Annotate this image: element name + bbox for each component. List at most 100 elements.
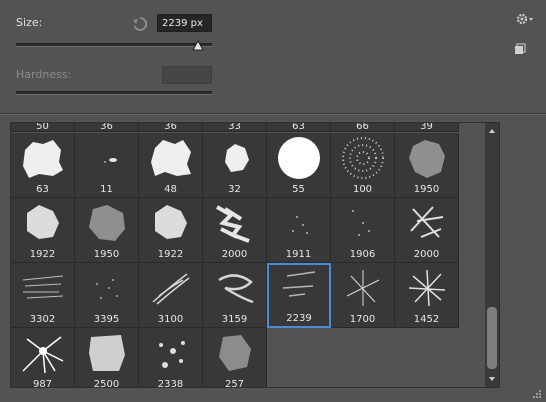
- brush-preset[interactable]: 257: [203, 328, 267, 387]
- brush-preset[interactable]: 3100: [139, 263, 203, 328]
- size-input[interactable]: 2239 px: [157, 14, 212, 32]
- brush-tip-icon: [342, 137, 384, 179]
- gear-icon[interactable]: [515, 12, 535, 26]
- brush-tip-icon: [216, 205, 250, 243]
- brush-size: 2000: [221, 249, 248, 260]
- brush-preset[interactable]: 1950: [75, 198, 139, 263]
- reset-icon[interactable]: [132, 16, 148, 32]
- brush-row: 987 2500 2338 257: [11, 328, 491, 388]
- brush-tip-icon: [152, 273, 190, 305]
- hardness-label: Hardness:: [16, 68, 72, 81]
- brush-size: 50: [36, 122, 49, 132]
- brush-size: 36: [100, 122, 113, 132]
- brush-preset-grid[interactable]: 50 36 36 33 63 66 39 63 11 48 32 55 100: [10, 122, 500, 388]
- brush-preset[interactable]: 1906: [331, 198, 395, 263]
- brush-size: 1452: [413, 314, 440, 325]
- brush-row: 1922 1950 1922 2000 1911 1906 2000: [11, 198, 491, 263]
- brush-preset[interactable]: 39: [395, 122, 459, 132]
- scroll-up-icon[interactable]: [489, 129, 495, 133]
- brush-preset[interactable]: 1922: [139, 198, 203, 263]
- brush-row-partial: 50 36 36 33 63 66 39: [11, 122, 491, 132]
- brush-size: 3100: [157, 314, 184, 325]
- brush-preset[interactable]: 36: [75, 122, 139, 132]
- brush-size: 1950: [93, 249, 120, 260]
- brush-size: 1950: [413, 184, 440, 195]
- brush-size: 2239: [286, 313, 312, 324]
- brush-tip-icon: [22, 275, 64, 299]
- brush-tip-icon: [219, 335, 251, 371]
- brush-size: 987: [32, 379, 53, 388]
- brush-size: 36: [164, 122, 177, 132]
- brush-tip-icon: [218, 274, 254, 304]
- brush-settings-panel: Size: 2239 px Hardness:: [0, 0, 546, 113]
- brush-size: 39: [420, 122, 433, 132]
- brush-preset[interactable]: 3159: [203, 263, 267, 328]
- brush-preset[interactable]: 36: [139, 122, 203, 132]
- brush-size: 2000: [413, 249, 440, 260]
- brush-preset[interactable]: 32: [203, 133, 267, 198]
- brush-preset[interactable]: 1950: [395, 133, 459, 198]
- brush-preset[interactable]: 63: [11, 133, 75, 198]
- brush-size: 66: [356, 122, 369, 132]
- brush-size: 48: [164, 184, 177, 195]
- scroll-thumb[interactable]: [487, 307, 497, 369]
- brush-tip-icon: [352, 210, 370, 236]
- brush-tip-icon: [96, 279, 118, 299]
- brush-preset[interactable]: 1452: [395, 263, 459, 328]
- brush-size: 3159: [221, 314, 248, 325]
- brush-preset[interactable]: 55: [267, 133, 331, 198]
- brush-tip-icon: [155, 205, 187, 239]
- brush-row: 63 11 48 32 55 100 1950: [11, 133, 491, 198]
- brush-preset[interactable]: 33: [203, 122, 267, 132]
- brush-size: 32: [228, 184, 241, 195]
- brush-preset[interactable]: 1922: [11, 198, 75, 263]
- brush-size: 2500: [93, 379, 120, 388]
- brush-size: 33: [228, 122, 241, 132]
- brush-size: 100: [352, 184, 373, 195]
- resize-grip-icon[interactable]: [532, 389, 542, 399]
- brush-preset[interactable]: 987: [11, 328, 75, 388]
- size-slider-thumb[interactable]: [192, 40, 204, 52]
- brush-tip-icon: [159, 341, 185, 368]
- brush-tip-icon: [409, 140, 445, 178]
- brush-preset[interactable]: 66: [331, 122, 395, 132]
- size-label: Size:: [16, 16, 43, 29]
- brush-preset[interactable]: 1700: [331, 263, 395, 328]
- brush-size: 63: [292, 122, 305, 132]
- brush-preset[interactable]: 48: [139, 133, 203, 198]
- brush-size: 1922: [157, 249, 184, 260]
- scroll-down-icon[interactable]: [489, 377, 495, 381]
- brush-preset-selected[interactable]: 2239: [267, 263, 331, 328]
- brush-preset[interactable]: 2000: [203, 198, 267, 263]
- brush-preset[interactable]: 2338: [139, 328, 203, 387]
- brush-preset[interactable]: 63: [267, 122, 331, 132]
- panel-divider-highlight: [0, 114, 546, 115]
- brush-grid-scrollbar[interactable]: [485, 123, 499, 387]
- brush-tip-icon: [278, 137, 320, 179]
- brush-size: 1911: [285, 249, 312, 260]
- brush-size: 1922: [29, 249, 56, 260]
- brush-preset[interactable]: 11: [75, 133, 139, 198]
- brush-size: 55: [292, 184, 305, 195]
- brush-row: 3302 3395 3100 3159 2239 1700 1452: [11, 263, 491, 328]
- brush-tip-icon: [22, 336, 64, 374]
- new-preset-icon[interactable]: [514, 43, 526, 55]
- size-slider-track[interactable]: [16, 43, 212, 47]
- brush-tip-icon: [23, 140, 63, 178]
- brush-preset[interactable]: 50: [11, 122, 75, 132]
- brush-tip-icon: [225, 144, 249, 172]
- brush-tip-icon: [282, 271, 316, 297]
- brush-preset[interactable]: 2500: [75, 328, 139, 388]
- brush-tip-icon: [410, 206, 444, 238]
- brush-preset[interactable]: 3302: [11, 263, 75, 328]
- brush-size: 1700: [349, 314, 376, 325]
- brush-preset[interactable]: 100: [331, 133, 395, 198]
- brush-preset[interactable]: 2000: [395, 198, 459, 263]
- brush-preset[interactable]: 1911: [267, 198, 331, 263]
- brush-preset[interactable]: 3395: [75, 263, 139, 328]
- hardness-input: [162, 66, 212, 84]
- brush-size: 63: [36, 184, 49, 195]
- brush-tip-icon: [27, 205, 59, 239]
- brush-tip-icon: [89, 205, 125, 241]
- brush-size: 11: [100, 184, 113, 195]
